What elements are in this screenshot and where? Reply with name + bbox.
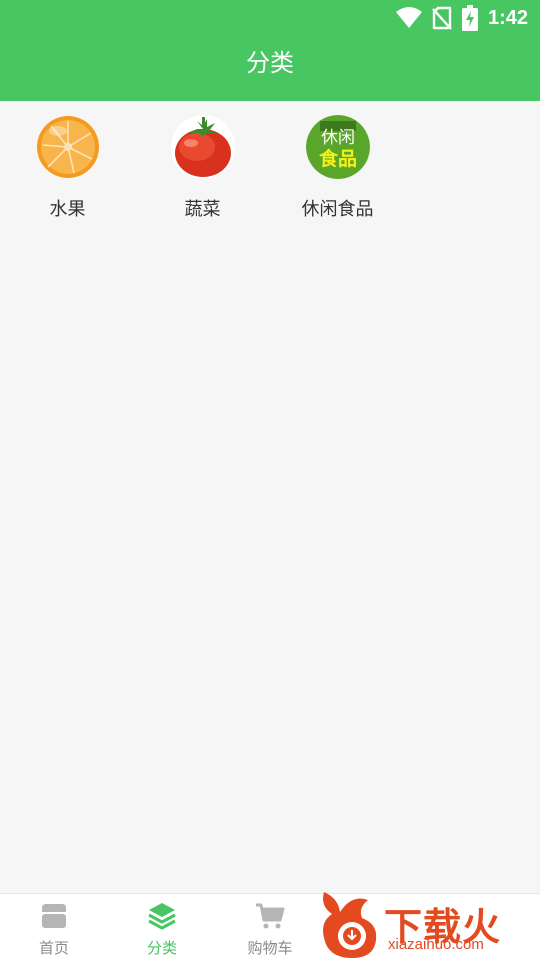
layers-icon [148, 903, 176, 930]
home-shop-icon [42, 904, 66, 928]
nav-cart[interactable]: 购物车 [216, 894, 324, 960]
battery-charging-icon [461, 5, 478, 31]
category-item-snacks[interactable]: 休闲 食品 休闲食品 [270, 101, 405, 226]
watermark: 下载火 xiazaihuo.com [318, 888, 540, 960]
wifi-icon [395, 7, 422, 28]
nav-label-cart: 购物车 [247, 939, 293, 957]
category-item-vegetables[interactable]: 蔬菜 [135, 101, 270, 226]
status-time: 1:42 [487, 6, 528, 29]
category-grid: 水果 蔬菜 休闲 食品 休闲食品 [0, 101, 540, 226]
orange-image [36, 115, 100, 179]
category-label: 蔬菜 [184, 199, 221, 220]
status-bar: 1:42 [0, 0, 540, 36]
cart-icon [256, 903, 285, 929]
snack-image-text-2: 食品 [319, 147, 357, 170]
snack-food-image: 休闲 食品 [306, 115, 370, 179]
category-label: 休闲食品 [301, 199, 374, 220]
watermark-url: xiazaihuo.com [388, 936, 484, 953]
snack-image-text-1: 休闲 [321, 128, 355, 148]
nav-label-home: 首页 [38, 939, 69, 957]
nav-label-category: 分类 [146, 939, 177, 957]
app-header: 1:42 分类 [0, 0, 540, 101]
tomato-image [171, 115, 235, 179]
no-sim-icon [432, 6, 452, 30]
flame-logo-icon [323, 892, 377, 958]
page-title: 分类 [246, 49, 294, 77]
category-label: 水果 [49, 199, 86, 220]
nav-home[interactable]: 首页 [0, 894, 108, 960]
nav-category[interactable]: 分类 [108, 894, 216, 960]
category-item-fruit[interactable]: 水果 [0, 101, 135, 226]
